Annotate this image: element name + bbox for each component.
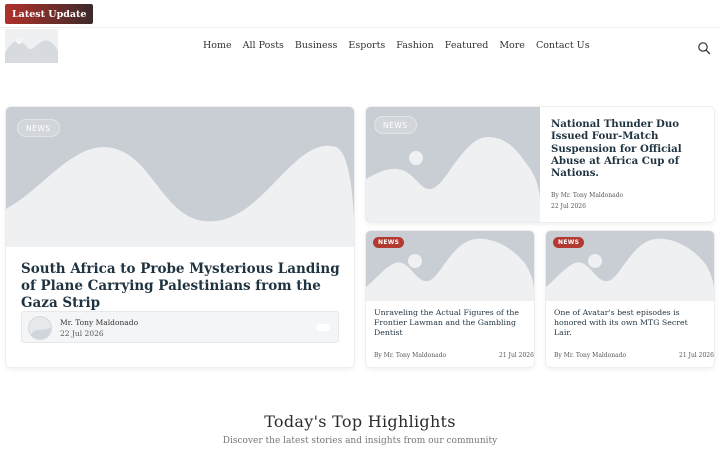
- user-avatar-icon[interactable]: [28, 316, 52, 340]
- author-name[interactable]: By Mr. Tony Maldonado: [554, 352, 626, 359]
- post-card-small[interactable]: NEWS Unraveling the Actual Figures of th…: [366, 231, 534, 367]
- category-badge[interactable]: NEWS: [17, 119, 60, 137]
- main-nav: Home All Posts Business Esports Fashion …: [203, 40, 601, 51]
- nav-business[interactable]: Business: [295, 40, 338, 51]
- author-info: Mr. Tony Maldonado 22 Jul 2026: [21, 311, 339, 343]
- category-badge[interactable]: NEWS: [373, 237, 405, 248]
- post-date: 21 Jul 2026: [499, 352, 534, 359]
- post-card-horizontal[interactable]: NEWS National Thunder Duo Issued Four-Ma…: [366, 107, 714, 222]
- section-subtitle: Discover the latest stories and insights…: [222, 436, 498, 446]
- nav-fashion[interactable]: Fashion: [396, 40, 433, 51]
- post-title[interactable]: National Thunder Duo Issued Four-Match S…: [551, 118, 701, 179]
- post-title[interactable]: South Africa to Probe Mysterious Landing…: [21, 261, 343, 312]
- post-date: 22 Jul 2026: [60, 329, 104, 338]
- category-badge[interactable]: NEWS: [553, 237, 585, 248]
- nav-contact-us[interactable]: Contact Us: [536, 40, 590, 51]
- category-badge[interactable]: NEWS: [374, 116, 417, 134]
- featured-post-card[interactable]: NEWS South Africa to Probe Mysterious La…: [6, 107, 354, 367]
- post-card-small[interactable]: NEWS One of Avatar's best episodes is ho…: [546, 231, 714, 367]
- post-date: 22 Jul 2026: [551, 203, 586, 210]
- nav-featured[interactable]: Featured: [445, 40, 489, 51]
- nav-more[interactable]: More: [499, 40, 525, 51]
- latest-update-badge[interactable]: Latest Update: [5, 4, 94, 24]
- section-title: Today's Top Highlights: [264, 412, 456, 431]
- author-name[interactable]: By Mr. Tony Maldonado: [551, 192, 623, 199]
- nav-esports[interactable]: Esports: [348, 40, 385, 51]
- search-icon[interactable]: [697, 40, 711, 55]
- nav-home[interactable]: Home: [203, 40, 232, 51]
- site-logo[interactable]: [5, 29, 58, 63]
- nav-all-posts[interactable]: All Posts: [243, 40, 284, 51]
- author-name[interactable]: By Mr. Tony Maldonado: [374, 352, 446, 359]
- post-date: 21 Jul 2026: [679, 352, 714, 359]
- header-divider: [0, 27, 720, 28]
- author-name[interactable]: Mr. Tony Maldonado: [60, 318, 138, 327]
- post-title[interactable]: Unraveling the Actual Figures of the Fro…: [374, 308, 524, 338]
- image-placeholder-icon: [5, 38, 58, 63]
- more-options[interactable]: [316, 324, 330, 331]
- post-title[interactable]: One of Avatar's best episodes is honored…: [554, 308, 704, 338]
